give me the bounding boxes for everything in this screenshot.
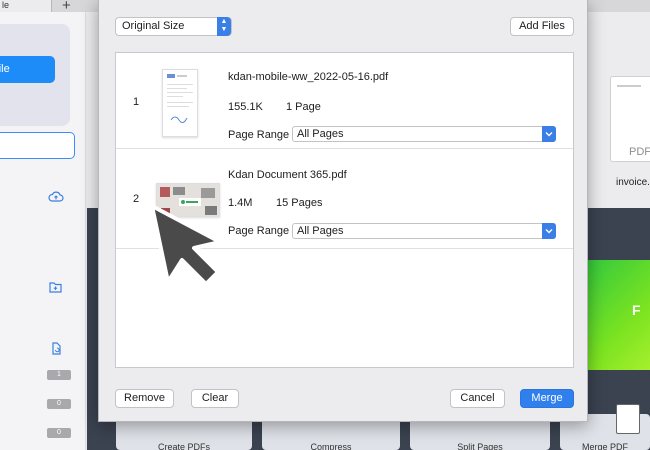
clear-button[interactable]: Clear: [191, 389, 239, 408]
recent-file-name: invoice.: [616, 177, 650, 188]
merge-pdf-icon: [616, 404, 640, 434]
add-files-button[interactable]: Add Files: [510, 17, 574, 36]
tool-label: Split Pages: [457, 442, 503, 450]
tool-label: Compress: [310, 442, 352, 450]
refresh-document-icon[interactable]: [48, 340, 64, 355]
page-size-select[interactable]: Original Size ▲ ▼: [115, 17, 232, 36]
page-range-label: Page Range: [228, 225, 290, 237]
cancel-button[interactable]: Cancel: [450, 389, 505, 408]
folder-add-icon[interactable]: [48, 280, 64, 294]
page-range-label: Page Range: [228, 129, 290, 141]
document-thumbnail: [162, 69, 198, 137]
remove-button[interactable]: Remove: [115, 389, 174, 408]
tool-label: Create PDFs: [157, 442, 210, 450]
page-range-select[interactable]: All Pages: [292, 223, 556, 239]
tool-label: Merge PDF: [581, 442, 628, 450]
file-size: 1.4M: [228, 197, 253, 209]
merge-button[interactable]: Merge: [520, 389, 574, 408]
open-file-button[interactable]: File: [0, 56, 55, 83]
file-page-count: 1 Page: [286, 101, 321, 113]
count-badge: 1: [47, 370, 71, 380]
updown-chevron-icon: ▲ ▼: [217, 17, 231, 36]
file-page-count: 15 Pages: [276, 197, 323, 209]
tab-current[interactable]: le: [0, 0, 52, 12]
sidebar: File 1 0 0: [0, 12, 86, 450]
page-range-value: All Pages: [297, 225, 344, 237]
row-index: 2: [133, 193, 140, 205]
file-row[interactable]: 1 kdan-mobile-ww_2022-05-16.pdf 155.1K 1…: [116, 53, 573, 149]
file-size: 155.1K: [228, 101, 263, 113]
file-name: Kdan Document 365.pdf: [228, 169, 347, 181]
chevron-down-icon: [542, 223, 556, 239]
banner-text: F: [632, 302, 641, 318]
document-preview-lines: [617, 85, 641, 115]
promo-banner[interactable]: F: [588, 260, 650, 370]
page-range-select[interactable]: All Pages: [292, 126, 556, 142]
sidebar-search-input[interactable]: [0, 132, 75, 159]
file-name: kdan-mobile-ww_2022-05-16.pdf: [228, 71, 389, 83]
chevron-down-icon: [542, 126, 556, 142]
count-badge: 0: [47, 399, 71, 409]
page-range-value: All Pages: [297, 128, 344, 140]
page-size-value: Original Size: [122, 20, 185, 32]
file-type-label: PDF: [629, 146, 650, 158]
row-index: 1: [133, 96, 140, 108]
tab-label: le: [2, 0, 10, 10]
mouse-pointer-icon: [148, 202, 224, 286]
open-file-label: File: [0, 63, 10, 75]
cloud-upload-icon[interactable]: [48, 190, 64, 204]
count-badge: 0: [47, 428, 71, 438]
